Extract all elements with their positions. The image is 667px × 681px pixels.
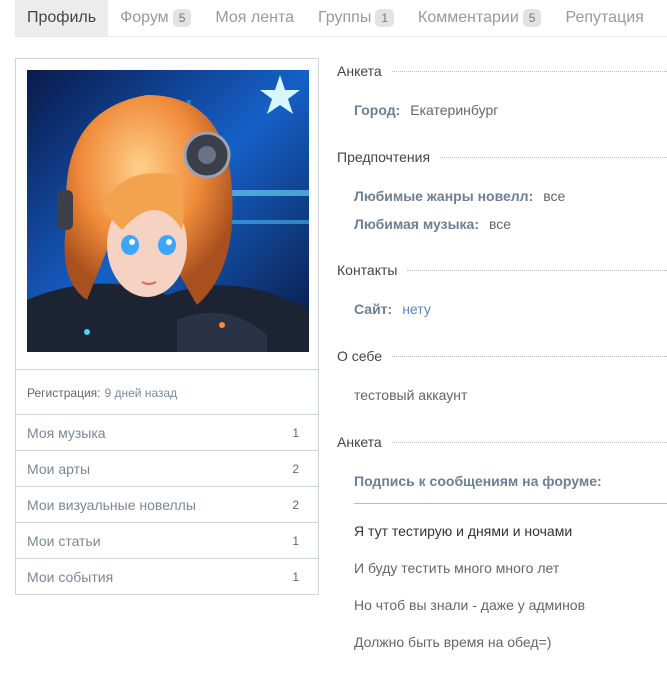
tab-count-badge: 5 — [172, 9, 192, 27]
menu-item-label: Мои события — [27, 568, 114, 585]
menu-item-label: Мои визуальные новеллы — [27, 496, 196, 513]
menu-item-articles[interactable]: Мои статьи 1 — [16, 522, 318, 558]
tab-forum[interactable]: Форум 5 — [108, 0, 203, 36]
tab-label: Форум — [120, 9, 169, 26]
avatar[interactable] — [27, 70, 309, 352]
section-header: Анкета — [337, 429, 667, 455]
section-divider — [391, 441, 667, 443]
tab-label: Моя лента — [215, 9, 295, 26]
section-header: Анкета — [337, 58, 667, 84]
tab-profile[interactable]: Профиль — [15, 0, 109, 36]
menu-item-label: Моя музыка — [27, 424, 106, 441]
tab-comments[interactable]: Комментарии 5 — [406, 0, 553, 36]
site-link[interactable]: нету — [402, 301, 431, 317]
section-anketa-signature: Анкета Подпись к сообщениям на форуме: Я… — [337, 429, 667, 660]
signature-line: Но чтоб вы знали - даже у админов — [354, 596, 586, 613]
section-header: Предпочтения — [337, 144, 667, 170]
section-divider — [392, 355, 667, 357]
menu-item-events[interactable]: Мои события 1 — [16, 558, 318, 594]
menu-item-count: 2 — [292, 497, 299, 512]
field-genres: Любимые жанры новелл: все — [337, 182, 667, 210]
section-header: Контакты — [337, 257, 667, 283]
tab-my-feed[interactable]: Моя лента — [203, 0, 306, 36]
signature-line: Я тут тестирую и днями и ночами — [354, 522, 573, 539]
tab-label: Группы — [318, 9, 372, 26]
menu-item-count: 2 — [292, 461, 299, 476]
section-about: О себе тестовый аккаунт — [337, 343, 667, 409]
tab-groups[interactable]: Группы 1 — [306, 0, 406, 36]
section-anketa: Анкета Город: Екатеринбург — [337, 58, 667, 124]
field-value: все — [489, 216, 512, 232]
about-text: тестовый аккаунт — [337, 381, 667, 409]
menu-item-count: 1 — [292, 533, 299, 548]
signature-divider — [354, 503, 667, 504]
section-header: О себе — [337, 343, 667, 369]
section-title: О себе — [337, 348, 383, 364]
field-value: Екатеринбург — [410, 102, 499, 118]
section-title: Анкета — [337, 434, 382, 450]
field-label: Любимая музыка: — [354, 216, 480, 232]
field-site: Сайт: нету — [337, 295, 667, 323]
menu-item-arts[interactable]: Мои арты 2 — [16, 450, 318, 486]
menu-item-music[interactable]: Моя музыка 1 — [16, 414, 318, 450]
registration-value: 9 дней назад — [104, 385, 178, 400]
section-title: Предпочтения — [337, 149, 431, 165]
section-divider — [440, 156, 667, 158]
section-preferences: Предпочтения Любимые жанры новелл: все Л… — [337, 144, 667, 238]
tab-label: Профиль — [27, 9, 97, 26]
profile-tabs: Профиль Форум 5 Моя лента Группы 1 Комме… — [15, 0, 667, 37]
tab-count-badge: 1 — [375, 9, 395, 27]
field-city: Город: Екатеринбург — [337, 96, 667, 124]
section-contacts: Контакты Сайт: нету — [337, 257, 667, 323]
menu-item-visual-novels[interactable]: Мои визуальные новеллы 2 — [16, 486, 318, 522]
registration-info: Регистрация: 9 дней назад — [16, 369, 318, 415]
menu-item-count: 1 — [292, 569, 299, 584]
avatar-image — [27, 70, 309, 352]
tab-label: Репутация — [565, 9, 644, 26]
registration-label: Регистрация: — [27, 385, 101, 400]
section-divider — [391, 70, 667, 72]
signature-line: Должно быть время на обед=) — [354, 633, 552, 650]
tab-label: Комментарии — [418, 9, 519, 26]
tab-reputation[interactable]: Репутация — [553, 0, 655, 36]
section-divider — [407, 269, 667, 271]
section-title: Контакты — [337, 262, 398, 278]
profile-card: Регистрация: 9 дней назад Моя музыка 1 М… — [15, 58, 319, 595]
signature-label: Подпись к сообщениям на форуме: — [354, 473, 602, 489]
signature-line: И буду тестить много много лет — [354, 559, 560, 576]
field-value: все — [543, 188, 566, 204]
field-music: Любимая музыка: все — [337, 210, 667, 238]
field-label: Сайт: — [354, 301, 393, 317]
field-label: Город: — [354, 102, 401, 118]
menu-item-label: Мои статьи — [27, 532, 101, 549]
menu-item-label: Мои арты — [27, 460, 91, 477]
profile-info: Анкета Город: Екатеринбург Предпочтения … — [337, 58, 667, 660]
tab-count-badge: 5 — [522, 9, 542, 27]
profile-menu: Моя музыка 1 Мои арты 2 Мои визуальные н… — [16, 414, 318, 594]
about-value: тестовый аккаунт — [354, 387, 468, 403]
menu-item-count: 1 — [292, 425, 299, 440]
field-label: Любимые жанры новелл: — [354, 188, 534, 204]
section-title: Анкета — [337, 63, 382, 79]
